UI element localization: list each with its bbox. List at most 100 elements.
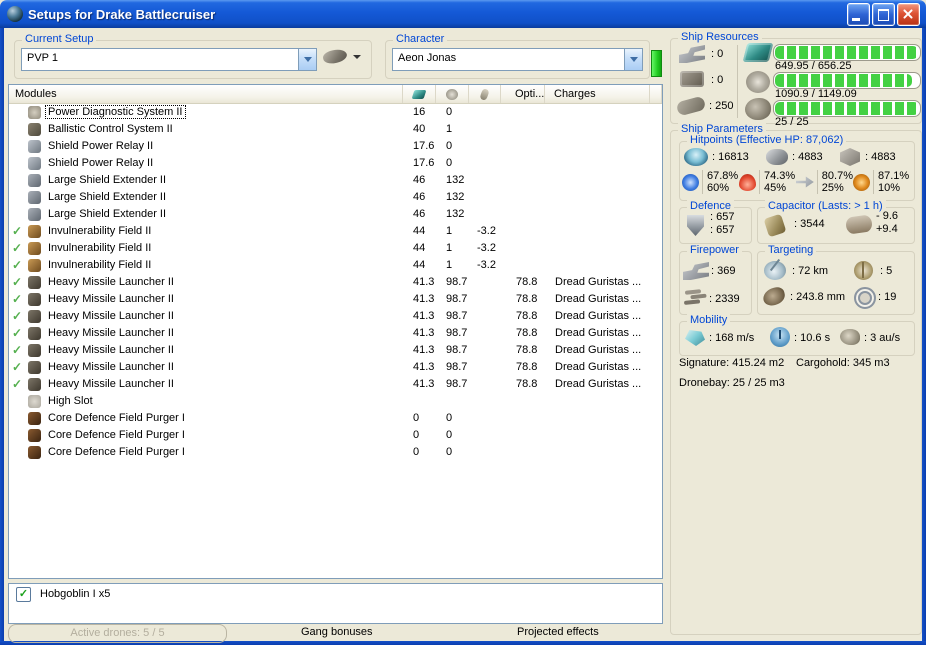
drone-row[interactable]: ✓ Hobgoblin I x5	[9, 584, 662, 604]
module-row[interactable]: ✓ Invulnerability Field II 44 1 -3.2	[9, 240, 662, 257]
module-row[interactable]: ✓ Heavy Missile Launcher II 41.3 98.7 78.8 Dr…	[9, 342, 662, 359]
targeting-range-value: : 72 km	[792, 265, 829, 277]
thermal-resist-icon	[739, 173, 756, 191]
module-row[interactable]: Core Defence Field Purger I 0 0	[9, 427, 662, 444]
module-row[interactable]: ✓ Invulnerability Field II 44 1 -3.2	[9, 223, 662, 240]
mobility-group: Mobility : 168 m/s : 10.6 s : 3 au/s	[679, 314, 915, 356]
module-cpu: 40	[413, 123, 426, 135]
module-optimal: 78.8	[516, 344, 538, 356]
shield-hp-icon	[684, 148, 708, 166]
targeting-label: Targeting	[765, 244, 817, 256]
defence-value-2: : 657	[710, 224, 735, 236]
maximize-button[interactable]	[872, 2, 895, 26]
module-active-check-icon: ✓	[11, 360, 23, 374]
module-name: Large Shield Extender II	[48, 191, 167, 203]
module-name: Heavy Missile Launcher II	[48, 310, 174, 322]
shield-extender-icon	[27, 174, 41, 187]
module-row[interactable]: Core Defence Field Purger I 0 0	[9, 444, 662, 461]
defence-value-1: : 657	[710, 211, 735, 223]
module-row[interactable]: ✓ Heavy Missile Launcher II 41.3 98.7 78.8 Dr…	[9, 376, 662, 393]
module-charges: Dread Guristas ...	[555, 310, 642, 322]
targeting-group: Targeting : 72 km : 5 : 243.8 mm : 19	[757, 244, 915, 315]
module-cap-use: -3.2	[477, 242, 496, 254]
hull-hp-icon	[840, 148, 860, 166]
em-resist-group: 67.8% 60%	[682, 170, 739, 194]
module-powergrid: 0	[446, 106, 453, 118]
module-row[interactable]: Large Shield Extender II 46 132	[9, 189, 662, 206]
module-row[interactable]: ✓ Invulnerability Field II 44 1 -3.2	[9, 257, 662, 274]
module-row[interactable]: ✓ Heavy Missile Launcher II 41.3 98.7 78.8 Dr…	[9, 291, 662, 308]
thermal-shield-resist: 74.3%	[764, 170, 796, 182]
warp-speed-value: : 3 au/s	[864, 332, 901, 344]
explosive-resist-group: 87.1% 10%	[853, 170, 910, 194]
module-row[interactable]: ✓ Heavy Missile Launcher II 41.3 98.7 78.8 Dr…	[9, 359, 662, 376]
module-powergrid: 98.7	[446, 361, 468, 373]
align-time-value: : 10.6 s	[794, 332, 831, 344]
signature-value: Signature: 415.24 m2	[679, 357, 785, 369]
module-powergrid: 98.7	[446, 276, 468, 288]
character-combobox[interactable]: Aeon Jonas	[392, 48, 643, 71]
shield-hp-value: : 16813	[712, 151, 749, 163]
module-cpu: 16	[413, 106, 426, 118]
module-row[interactable]: ✓ Heavy Missile Launcher II 41.3 98.7 78.8 Dr…	[9, 274, 662, 291]
column-spacer	[650, 85, 662, 103]
ship-menu-button[interactable]	[321, 47, 361, 66]
sensor-strength-value: : 19	[878, 291, 897, 303]
module-row[interactable]: Shield Power Relay II 17.6 0	[9, 155, 662, 172]
module-name: Invulnerability Field II	[48, 242, 152, 254]
hull-hp-value: : 4883	[865, 151, 896, 163]
module-powergrid: 98.7	[446, 344, 468, 356]
setup-combobox[interactable]: PVP 1	[21, 48, 317, 71]
module-charges: Dread Guristas ...	[555, 344, 642, 356]
explosive-armor-resist: 10%	[878, 182, 901, 194]
column-cpu	[403, 85, 436, 103]
module-name: Core Defence Field Purger I	[48, 412, 185, 424]
current-setup-group: Current Setup PVP 1	[14, 33, 372, 79]
module-powergrid: 98.7	[446, 310, 468, 322]
projected-effects-button[interactable]: Projected effects	[517, 626, 599, 638]
module-name: Shield Power Relay II	[48, 157, 154, 169]
module-row[interactable]: High Slot	[9, 393, 662, 410]
module-row[interactable]: Large Shield Extender II 46 132	[9, 172, 662, 189]
module-row[interactable]: Shield Power Relay II 17.6 0	[9, 138, 662, 155]
character-combobox-arrow[interactable]	[624, 49, 642, 70]
max-targets-icon	[854, 261, 873, 280]
active-drones-button[interactable]: Active drones: 5 / 5	[8, 624, 227, 643]
module-row[interactable]: ✓ Heavy Missile Launcher II 41.3 98.7 78.8 Dr…	[9, 308, 662, 325]
module-charges: Dread Guristas ...	[555, 293, 642, 305]
module-row[interactable]: Large Shield Extender II 46 132	[9, 206, 662, 223]
title-bar[interactable]: Setups for Drake Battlecruiser	[0, 0, 926, 28]
eft-window: Setups for Drake Battlecruiser Current S…	[0, 0, 926, 645]
close-button[interactable]	[897, 2, 920, 26]
module-row[interactable]: ✓ Heavy Missile Launcher II 41.3 98.7 78.8 Dr…	[9, 325, 662, 342]
module-row[interactable]: Ballistic Control System II 40 1	[9, 121, 662, 138]
targeting-range-icon	[764, 261, 786, 280]
module-cpu: 41.3	[413, 310, 435, 322]
app-icon	[7, 6, 23, 22]
minimize-button[interactable]	[847, 2, 870, 26]
module-cap-use: -3.2	[477, 259, 496, 271]
shield-extender-icon	[27, 208, 41, 221]
setup-combobox-arrow[interactable]	[298, 49, 316, 70]
turret-dps-value: : 369	[711, 265, 736, 277]
module-row[interactable]: Core Defence Field Purger I 0 0	[9, 410, 662, 427]
gang-bonuses-button[interactable]: Gang bonuses	[301, 626, 373, 638]
module-cap-use: -3.2	[477, 225, 496, 237]
cap-peak-minus: - 9.6	[876, 210, 899, 222]
module-cpu: 41.3	[413, 327, 435, 339]
drone-checkbox[interactable]: ✓	[16, 586, 31, 602]
capacitor-icon	[479, 87, 490, 101]
capacitor-amount: : 3544	[794, 218, 825, 230]
module-row[interactable]: Power Diagnostic System II 16 0	[9, 104, 662, 121]
explosive-resist-icon	[853, 173, 870, 191]
powergrid-bar-text: 1090.9 / 1149.09	[775, 88, 857, 100]
shield-extender-icon	[27, 191, 41, 204]
high-slot-icon	[27, 395, 41, 408]
dronebay-value: Dronebay: 25 / 25 m3	[679, 377, 785, 389]
em-resist-icon	[682, 173, 699, 191]
kinetic-armor-resist: 25%	[821, 182, 844, 194]
missile-launcher-icon	[27, 378, 41, 391]
missile-launcher-icon	[27, 276, 41, 289]
powergrid-icon	[446, 88, 458, 100]
character-skill-indicator	[651, 50, 662, 77]
